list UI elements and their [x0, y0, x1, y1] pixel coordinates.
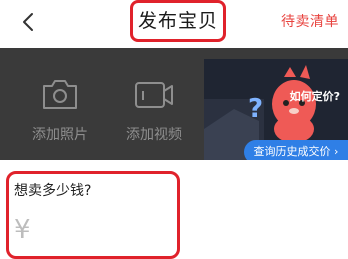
- currency-symbol: ¥: [14, 215, 31, 245]
- back-button[interactable]: [16, 8, 40, 36]
- pricing-promo-card[interactable]: ? 如何定价? 查询历史成交价 ›: [204, 59, 348, 160]
- chevron-right-icon: ›: [334, 145, 339, 158]
- query-history-price-label: 查询历史成交价: [253, 145, 331, 158]
- price-section: 想卖多少钱? ¥: [0, 160, 348, 259]
- chevron-left-icon: [23, 13, 33, 31]
- add-video-button[interactable]: 添加视频: [104, 48, 204, 160]
- add-photo-label: 添加照片: [32, 127, 88, 143]
- promo-question-text: 如何定价?: [289, 90, 340, 103]
- video-camera-icon: [132, 74, 176, 114]
- add-video-label: 添加视频: [126, 127, 182, 143]
- media-upload-strip: 添加照片 添加视频 ? 如何定价? 查询历史成交价 ›: [0, 48, 348, 160]
- top-nav-bar: 发布宝贝 待卖清单: [0, 0, 348, 48]
- svg-text:?: ?: [248, 94, 263, 124]
- pending-sale-list-link[interactable]: 待卖清单: [281, 11, 339, 31]
- add-photo-button[interactable]: 添加照片: [10, 48, 110, 160]
- camera-icon: [38, 74, 82, 114]
- query-history-price-button[interactable]: 查询历史成交价 ›: [244, 140, 348, 160]
- price-input[interactable]: ¥: [14, 210, 164, 250]
- page-title: 发布宝贝: [137, 10, 218, 32]
- price-prompt-label: 想卖多少钱?: [14, 183, 92, 199]
